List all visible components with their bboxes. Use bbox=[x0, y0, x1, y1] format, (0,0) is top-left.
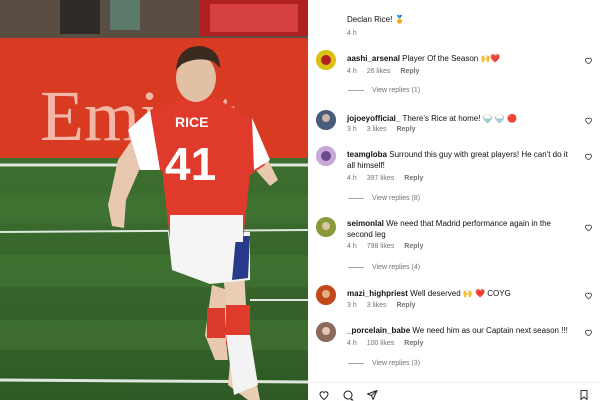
comment-likes[interactable]: 100 likes bbox=[367, 340, 395, 347]
comment-text: teamgloba Surround this guy with great p… bbox=[347, 149, 569, 171]
avatar[interactable] bbox=[316, 146, 336, 166]
comments-panel[interactable]: Declan Rice! 🏅 4 h aashi_arsenal Player … bbox=[308, 0, 600, 400]
heart-icon[interactable] bbox=[584, 152, 593, 161]
comment-text: mazi_highpriest Well deserved 🙌 ❤️ COYG bbox=[347, 288, 569, 299]
view-replies-button[interactable]: View replies (4) bbox=[348, 264, 420, 271]
avatar-image bbox=[316, 110, 336, 130]
divider-line bbox=[348, 266, 364, 268]
comment-meta: 4 h bbox=[347, 30, 365, 37]
comment-username[interactable]: jojoeyofficial_ bbox=[347, 114, 400, 123]
avatar[interactable] bbox=[316, 110, 336, 130]
comment-content: Well deserved 🙌 ❤️ COYG bbox=[410, 289, 511, 298]
heart-icon[interactable] bbox=[584, 116, 593, 125]
comment-meta: 4 h 397 likes Reply bbox=[347, 175, 431, 182]
reply-button[interactable]: Reply bbox=[396, 126, 415, 133]
heart-icon[interactable] bbox=[318, 389, 330, 401]
comment-likes[interactable]: 397 likes bbox=[367, 175, 395, 182]
comment-meta: 4 h 798 likes Reply bbox=[347, 243, 431, 250]
comment-time: 4 h bbox=[347, 68, 357, 75]
view-replies-button[interactable]: View replies (8) bbox=[348, 195, 420, 202]
divider-line bbox=[348, 197, 364, 199]
comment-meta: 4 h 100 likes Reply bbox=[347, 340, 431, 347]
reply-button[interactable]: Reply bbox=[404, 340, 423, 347]
divider-line bbox=[348, 362, 364, 364]
view-replies-label: View replies (1) bbox=[372, 87, 421, 94]
view-replies-button[interactable]: View replies (1) bbox=[348, 87, 420, 94]
heart-icon[interactable] bbox=[584, 328, 593, 337]
comment-time: 4 h bbox=[347, 243, 357, 250]
bookmark-icon[interactable] bbox=[578, 389, 590, 401]
send-icon[interactable] bbox=[366, 389, 378, 401]
comment-username[interactable]: aashi_arsenal bbox=[347, 54, 400, 63]
comment-meta: 3 h 3 likes Reply bbox=[347, 126, 424, 133]
comment-text: Declan Rice! 🏅 bbox=[347, 15, 405, 24]
post-action-bar bbox=[308, 382, 600, 401]
view-replies-label: View replies (3) bbox=[372, 360, 421, 367]
comment-likes[interactable]: 26 likes bbox=[367, 68, 391, 75]
avatar-image bbox=[316, 50, 336, 70]
reply-button[interactable]: Reply bbox=[400, 68, 419, 75]
avatar[interactable] bbox=[316, 50, 336, 70]
avatar[interactable] bbox=[316, 322, 336, 342]
reply-button[interactable]: Reply bbox=[404, 175, 423, 182]
avatar-image bbox=[316, 285, 336, 305]
match-photo: Emirat RICE 41 bbox=[0, 0, 308, 400]
comment-content: Player Of the Season 🙌❤️ bbox=[402, 54, 501, 63]
comment-username[interactable]: seimonlal bbox=[347, 219, 384, 228]
comment-username[interactable]: teamgloba bbox=[347, 150, 387, 159]
comment-text: aashi_arsenal Player Of the Season 🙌❤️ bbox=[347, 53, 569, 64]
comment-icon[interactable] bbox=[342, 389, 354, 401]
comment-meta: 3 h 3 likes Reply bbox=[347, 302, 424, 309]
comment-likes[interactable]: 798 likes bbox=[367, 243, 395, 250]
avatar[interactable] bbox=[316, 285, 336, 305]
avatar-image bbox=[316, 146, 336, 166]
view-replies-label: View replies (8) bbox=[372, 195, 421, 202]
avatar[interactable] bbox=[316, 217, 336, 237]
comment-meta: 4 h 26 likes Reply bbox=[347, 68, 427, 75]
avatar-image bbox=[316, 322, 336, 342]
comment-time: 4 h bbox=[347, 340, 357, 347]
comment-username[interactable]: mazi_highpriest bbox=[347, 289, 408, 298]
heart-icon[interactable] bbox=[584, 291, 593, 300]
reply-button[interactable]: Reply bbox=[396, 302, 415, 309]
heart-icon[interactable] bbox=[584, 56, 593, 65]
comment-time: 3 h bbox=[347, 126, 357, 133]
comment-time: 4 h bbox=[347, 30, 357, 37]
comment-likes[interactable]: 3 likes bbox=[367, 126, 387, 133]
reply-button[interactable]: Reply bbox=[404, 243, 423, 250]
jersey-name: RICE bbox=[175, 114, 208, 130]
post-media[interactable]: Emirat RICE 41 bbox=[0, 0, 308, 400]
view-replies-label: View replies (4) bbox=[372, 264, 421, 271]
avatar-image bbox=[316, 217, 336, 237]
comment-username[interactable]: _porcelain_babe bbox=[347, 326, 410, 335]
heart-icon[interactable] bbox=[584, 223, 593, 232]
view-replies-button[interactable]: View replies (3) bbox=[348, 360, 420, 367]
comment-time: 4 h bbox=[347, 175, 357, 182]
comment-time: 3 h bbox=[347, 302, 357, 309]
divider-line bbox=[348, 89, 364, 91]
comment-content: There's Rice at home! 🍚 🍚 🔴 bbox=[402, 114, 517, 123]
comment-likes[interactable]: 3 likes bbox=[367, 302, 387, 309]
jersey-number: 41 bbox=[165, 138, 216, 190]
comment-text: _porcelain_babe We need him as our Capta… bbox=[347, 325, 569, 336]
comment-content: We need him as our Captain next season !… bbox=[412, 326, 568, 335]
comment-text: jojoeyofficial_ There's Rice at home! 🍚 … bbox=[347, 113, 569, 124]
comment-text: seimonlal We need that Madrid performanc… bbox=[347, 218, 569, 240]
